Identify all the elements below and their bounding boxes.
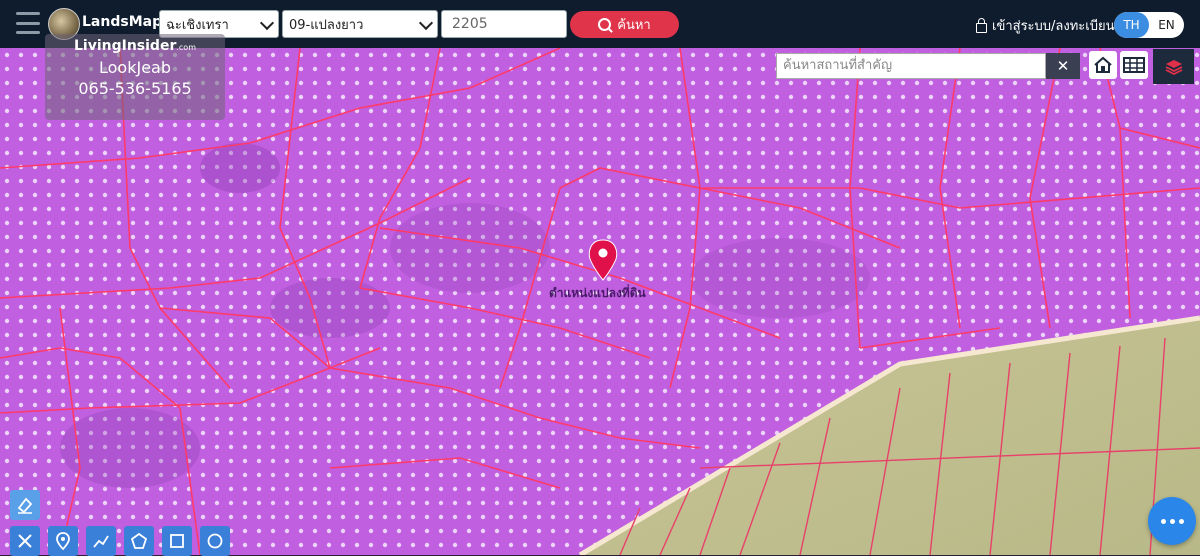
polygon-button[interactable] [124,526,154,556]
circle-icon [207,533,223,549]
map-pin-icon[interactable] [598,248,608,258]
language-toggle: TH EN [1114,12,1184,38]
lang-th-button[interactable]: TH [1114,12,1149,38]
logo-suffix: .com [176,43,196,52]
clear-search-button[interactable]: ✕ [1046,53,1080,79]
home-button[interactable] [1089,51,1117,79]
search-button-label: ค้นหา [617,18,651,33]
brand-name: LandsMaps [82,14,171,30]
line-button[interactable] [86,526,116,556]
logo-text: LivingInsider [73,38,177,54]
layers-icon [1165,59,1182,75]
layers-button[interactable] [1153,49,1194,84]
grid-icon [1123,57,1145,73]
login-label: เข้าสู่ระบบ/ลงทะเบียน [992,19,1115,34]
login-register-link[interactable]: เข้าสู่ระบบ/ลงทะเบียน [976,15,1114,36]
lock-icon [976,17,987,33]
home-icon [1094,56,1112,73]
rectangle-button[interactable] [162,526,192,556]
more-icon [1160,518,1166,524]
line-icon [93,535,109,548]
location-icon [56,532,70,550]
chevron-down-icon [259,15,275,31]
agent-name: LookJeab [99,58,171,77]
eraser-icon [17,497,33,514]
search-icon [598,18,612,31]
parcel-number-input[interactable]: 2205 [441,10,567,38]
place-search-input[interactable]: ค้นหาสถานที่สำคัญ [776,53,1046,79]
grid-button[interactable] [1120,51,1148,79]
livinginsider-logo: LivingInsider.com [45,38,225,54]
search-button[interactable]: ค้นหา [570,11,679,38]
eraser-button[interactable] [10,490,40,520]
measure-button[interactable] [10,526,40,556]
district-select[interactable]: 09-แปลงยาว [282,10,438,38]
pin-label: ตำแหน่งแปลงที่ดิน [549,286,646,300]
more-options-button[interactable] [1148,497,1196,545]
agent-phone: 065-536-5165 [78,79,192,98]
circle-button[interactable] [200,526,230,556]
polygon-icon [130,532,148,549]
rectangle-icon [170,534,184,548]
district-value: 09-แปลงยาว [289,17,364,33]
lang-en-button[interactable]: EN [1149,12,1184,38]
measure-icon [18,534,32,548]
province-value: ฉะเชิงเทรา [166,17,229,33]
hamburger-menu-icon[interactable] [16,12,40,34]
watermark-panel: LivingInsider.com LookJeab 065-536-5165 [45,34,225,120]
location-button[interactable] [48,526,78,556]
chevron-down-icon [418,15,434,31]
